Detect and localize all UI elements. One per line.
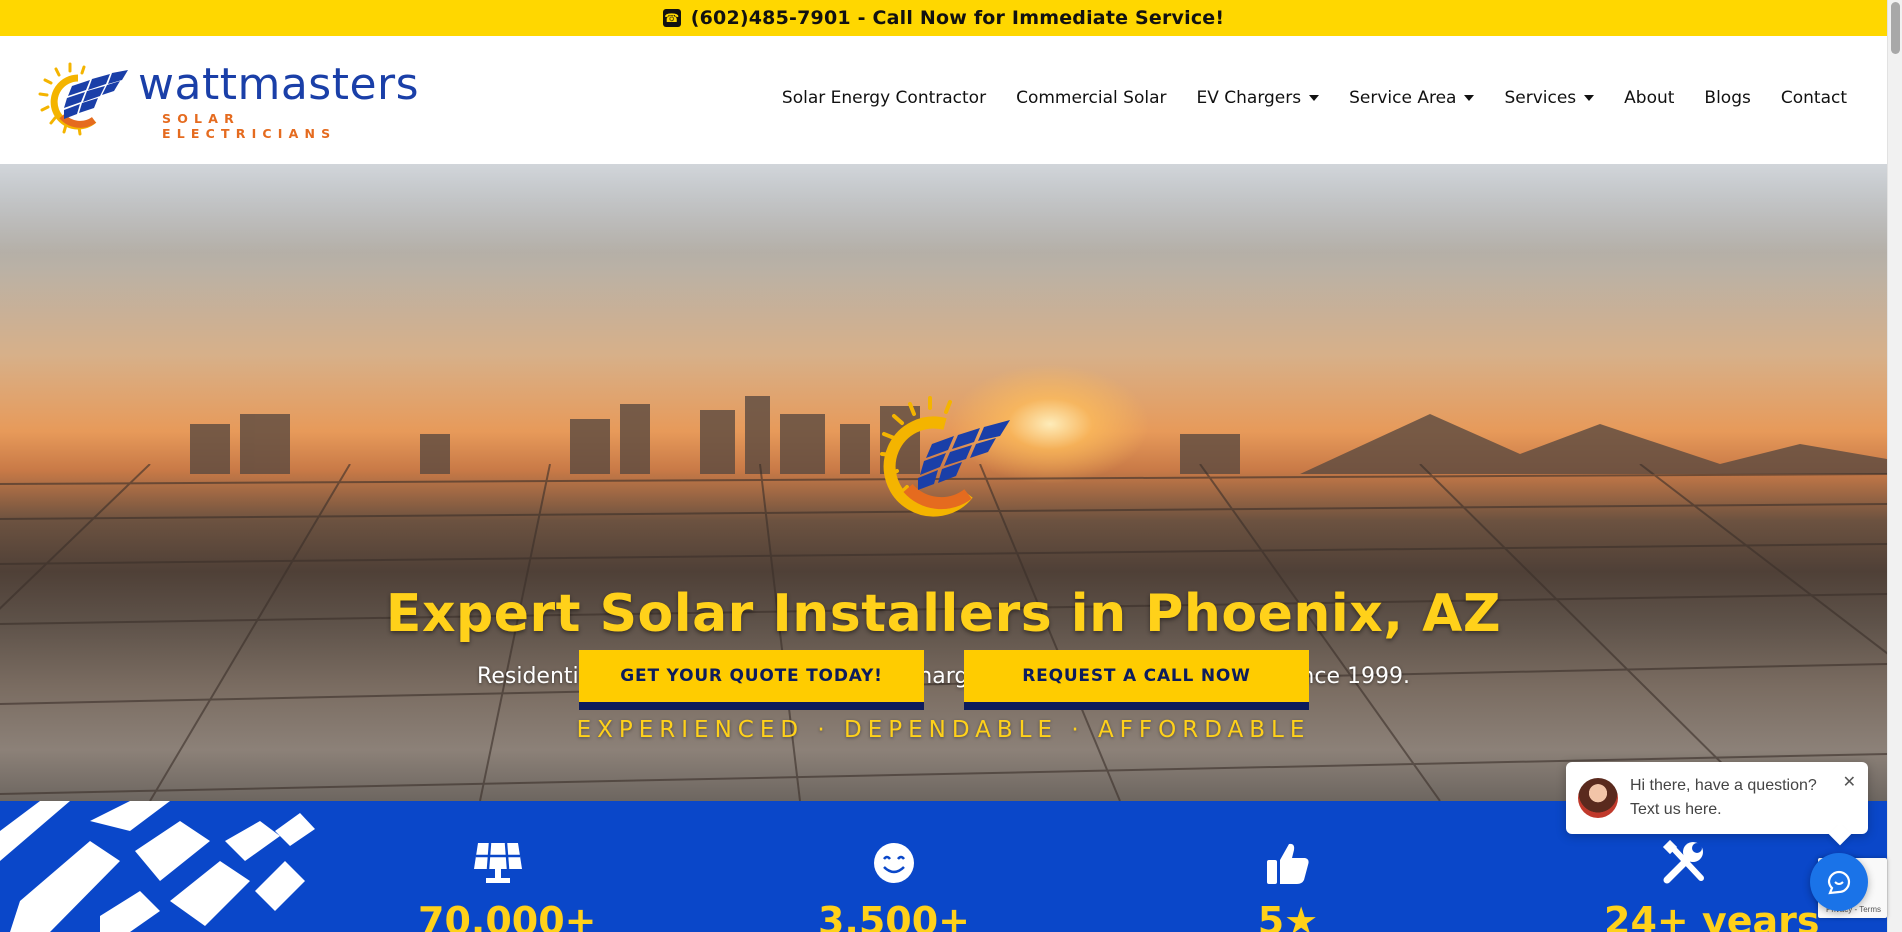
hero-title: Expert Solar Installers in Phoenix, AZ: [385, 584, 1502, 644]
agent-avatar: [1578, 778, 1618, 818]
tools-icon: [1658, 839, 1710, 887]
site-logo[interactable]: wattmasters SOLAR ELECTRICIANS: [34, 60, 419, 144]
nav-blogs[interactable]: Blogs: [1689, 88, 1765, 108]
nav-label: Commercial Solar: [1016, 88, 1167, 108]
call-now-text[interactable]: (602)485-7901 - Call Now for Immediate S…: [691, 7, 1225, 29]
decorative-panel-graphic: [0, 801, 315, 932]
chat-launcher-button[interactable]: [1810, 853, 1868, 911]
nav-label: Solar Energy Contractor: [781, 88, 987, 108]
hero-tagline: EXPERIENCED · DEPENDABLE · AFFORDABLE: [576, 717, 1311, 743]
nav-label: Services: [1504, 88, 1577, 108]
caret-down-icon: [1464, 95, 1475, 101]
nav-services[interactable]: Services: [1489, 88, 1609, 108]
sun-panel-emblem-icon: [850, 394, 1030, 544]
stat-value: 24+ years: [1604, 899, 1820, 932]
main-nav: Solar Energy Contractor Commercial Solar…: [767, 88, 1862, 108]
stat-customers: 3,500+: [814, 839, 974, 932]
logo-wordmark: wattmasters: [138, 59, 420, 110]
nav-contact[interactable]: Contact: [1766, 88, 1862, 108]
nav-label: About: [1624, 88, 1675, 108]
stat-value: 3,500+: [817, 899, 971, 932]
caret-down-icon: [1309, 95, 1320, 101]
top-call-bar[interactable]: ☎ (602)485-7901 - Call Now for Immediate…: [0, 0, 1887, 36]
stat-rating: 5★: [1208, 839, 1368, 932]
nav-service-area[interactable]: Service Area: [1334, 88, 1489, 108]
stat-years: 24+ years: [1604, 839, 1820, 932]
nav-label: Service Area: [1349, 88, 1457, 108]
caret-down-icon: [1584, 95, 1595, 101]
phone-icon: ☎: [662, 9, 681, 27]
nav-solar-energy-contractor[interactable]: Solar Energy Contractor: [767, 88, 1001, 108]
stat-panels: 70,000+: [418, 839, 597, 932]
chat-bubble-icon: [1827, 870, 1851, 895]
site-header: wattmasters SOLAR ELECTRICIANS Solar Ene…: [0, 36, 1887, 164]
sun-panel-logo-icon: [34, 60, 130, 144]
nav-about[interactable]: About: [1609, 88, 1689, 108]
nav-commercial-solar[interactable]: Commercial Solar: [1001, 88, 1181, 108]
chat-message: Hi there, have a question? Text us here.: [1630, 777, 1817, 818]
solar-panel-icon: [472, 839, 524, 887]
page-scrollbar[interactable]: [1887, 0, 1902, 932]
hero-section: Expert Solar Installers in Phoenix, AZ R…: [0, 164, 1887, 801]
scrollbar-thumb[interactable]: [1891, 2, 1900, 54]
chat-prompt-popup[interactable]: Hi there, have a question? Text us here.…: [1566, 762, 1868, 834]
request-call-button[interactable]: REQUEST A CALL NOW: [964, 650, 1309, 710]
stat-value: 70,000+: [418, 899, 597, 932]
close-icon[interactable]: ✕: [1843, 772, 1856, 791]
nav-ev-chargers[interactable]: EV Chargers: [1181, 88, 1334, 108]
hero-subtitle: Residential & Commercial — Solar, EV Cha…: [477, 664, 1410, 689]
nav-label: Blogs: [1704, 88, 1751, 108]
get-quote-button[interactable]: GET YOUR QUOTE TODAY!: [579, 650, 924, 710]
smile-icon: [868, 839, 920, 887]
thumbs-up-icon: [1262, 839, 1314, 887]
nav-label: Contact: [1780, 88, 1847, 108]
logo-tagline: SOLAR ELECTRICIANS: [162, 111, 337, 141]
stat-value: 5★: [1257, 899, 1319, 932]
nav-label: EV Chargers: [1196, 88, 1302, 108]
